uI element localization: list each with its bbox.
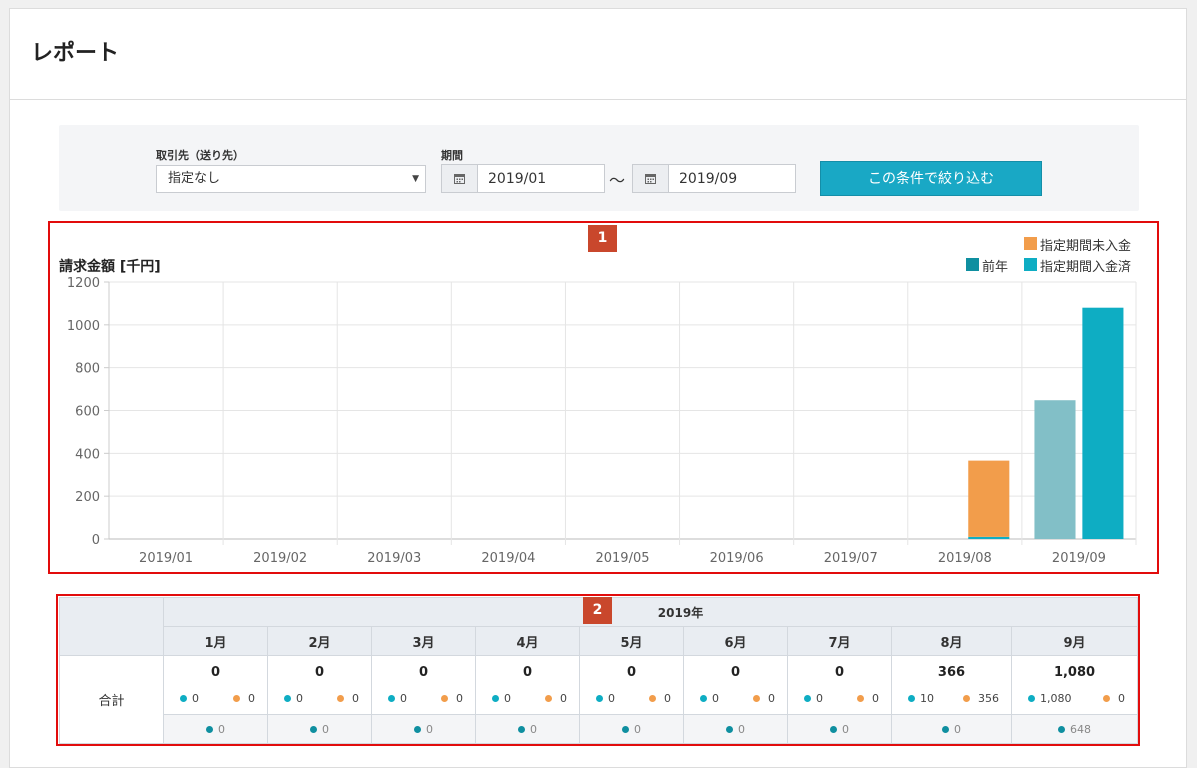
annotation-box-1 (48, 221, 1159, 574)
annotation-marker-1: 1 (588, 225, 617, 252)
annotation-marker-2: 2 (583, 597, 612, 624)
